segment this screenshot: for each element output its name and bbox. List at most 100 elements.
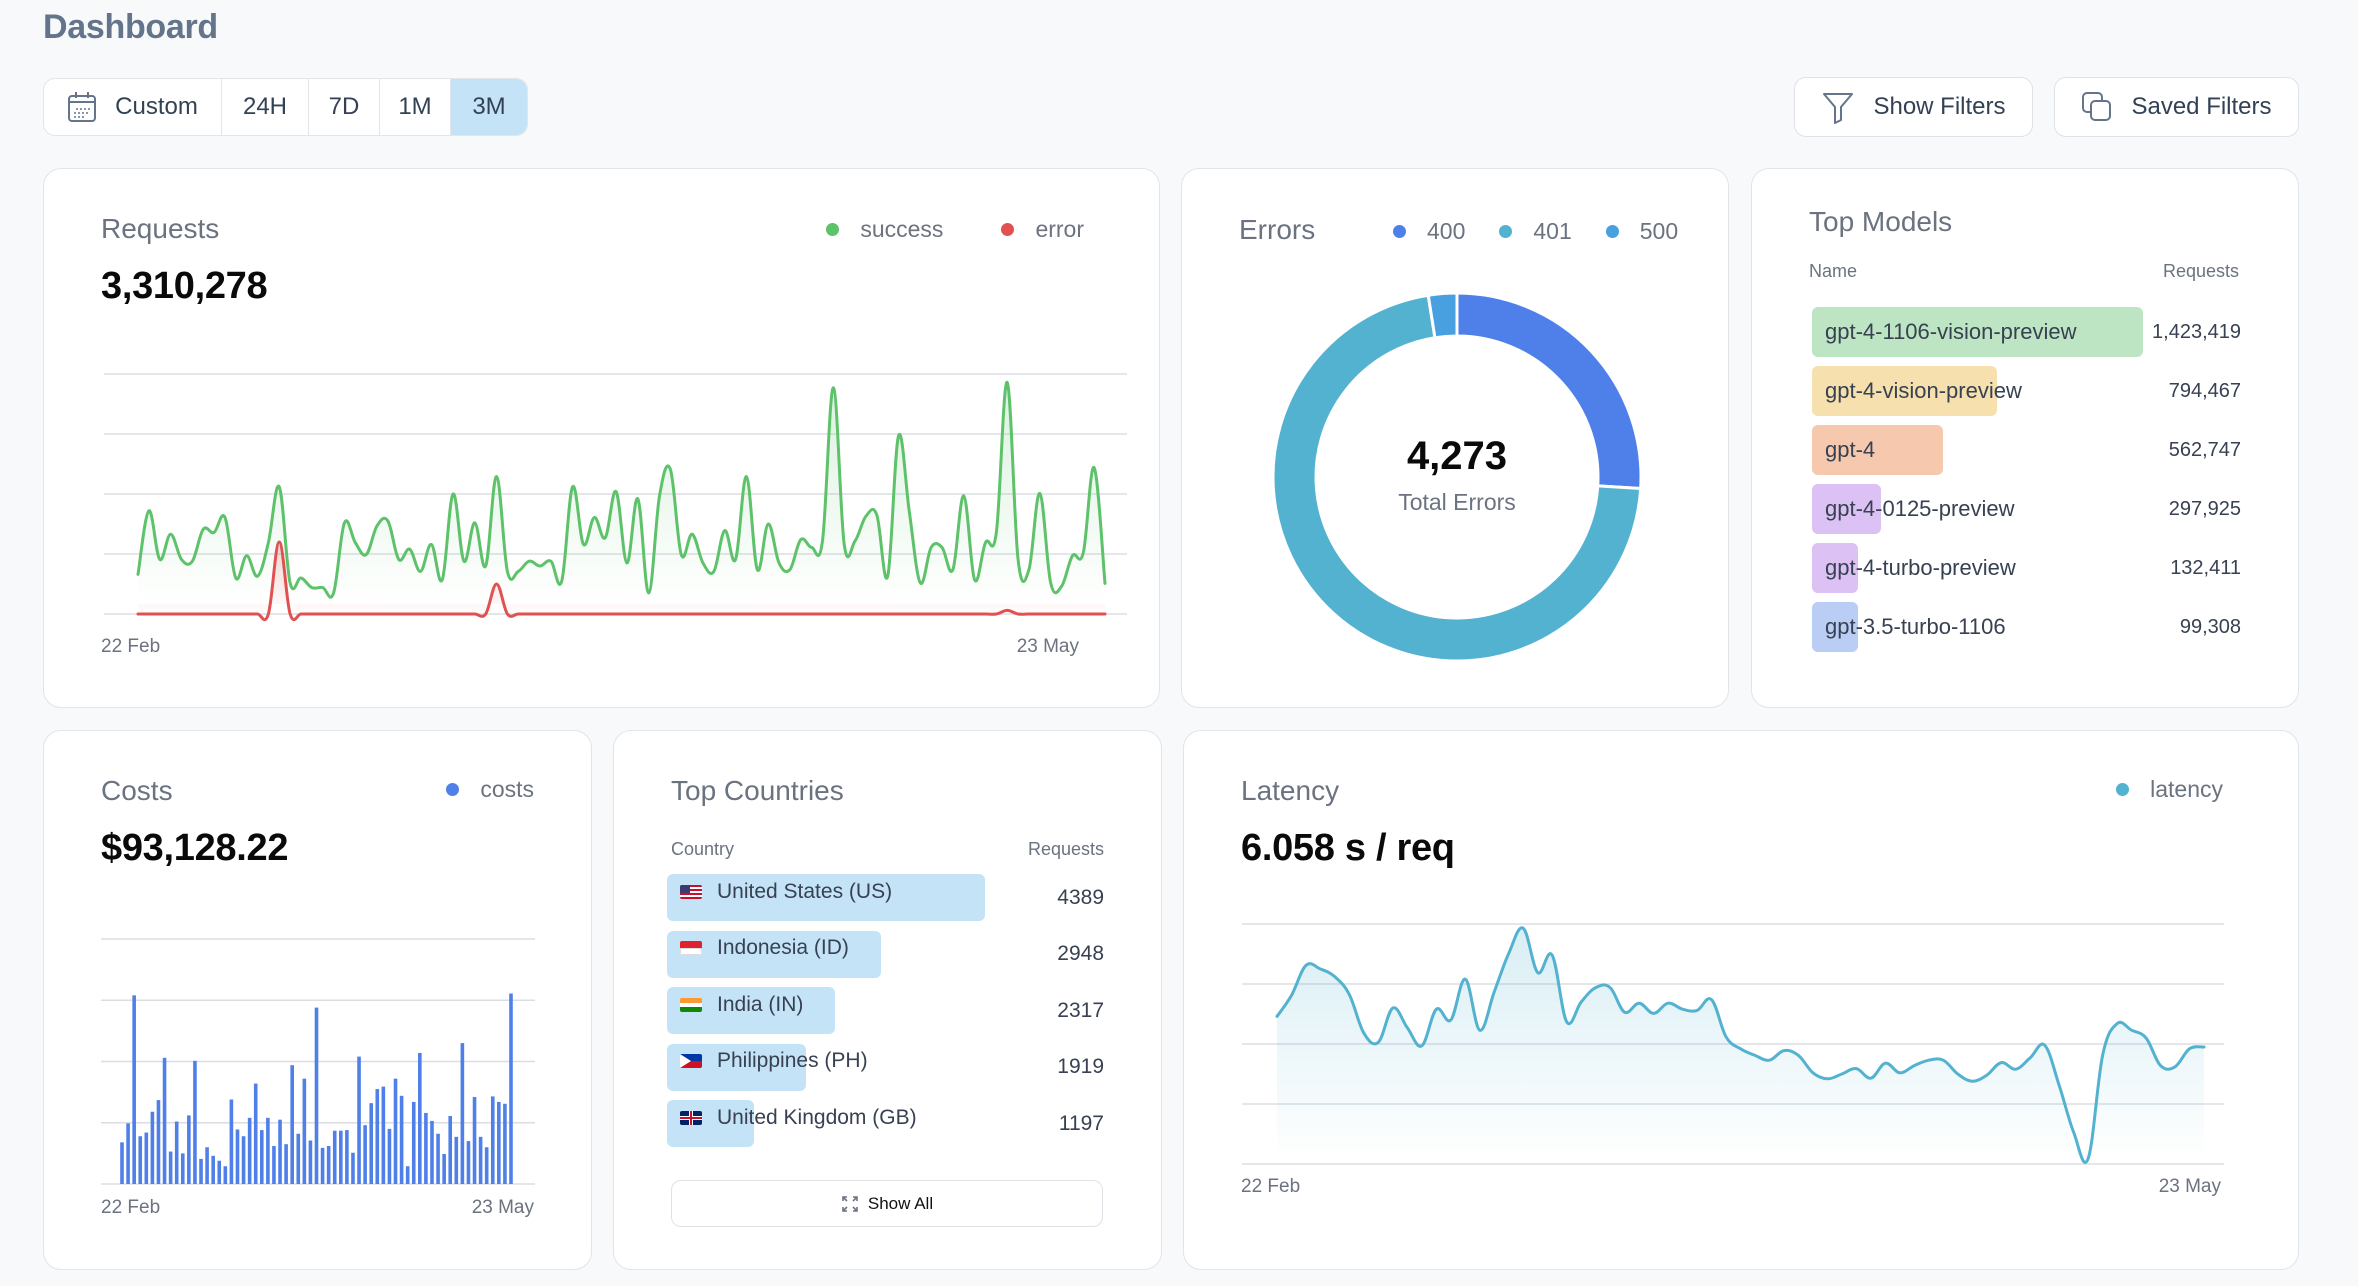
latency-point (2111, 1018, 2123, 1030)
error-point (469, 608, 481, 620)
cost-bar (399, 1095, 404, 1184)
country-row[interactable]: United Kingdom (GB) 1197 (667, 1100, 1104, 1147)
success-point (751, 564, 763, 576)
success-point (740, 471, 752, 483)
error-point (175, 608, 187, 620)
model-row[interactable]: gpt-4-vision-preview 794,467 (1812, 366, 2241, 416)
cost-bar (509, 993, 513, 1184)
range-3m-button[interactable]: 3M (451, 79, 527, 135)
legend-error-label: error (1035, 216, 1084, 242)
model-name: gpt-3.5-turbo-1106 (1825, 614, 2006, 639)
success-point (1034, 487, 1046, 499)
cost-bar (503, 1103, 507, 1184)
success-point (262, 537, 274, 549)
legend-success[interactable]: success (826, 216, 943, 243)
cost-bar (345, 1130, 349, 1184)
legend-400[interactable]: 400 (1393, 218, 1465, 245)
model-requests: 1,423,419 (2152, 320, 2241, 343)
error-point (230, 608, 242, 620)
range-1m-button[interactable]: 1M (380, 79, 451, 135)
cost-bar (308, 1140, 313, 1184)
success-point (230, 572, 242, 584)
error-point (512, 608, 524, 620)
show-filters-button[interactable]: Show Filters (1794, 77, 2033, 137)
legend-401[interactable]: 401 (1499, 218, 1572, 245)
error-point (817, 608, 829, 620)
donut-slice-500[interactable] (1426, 291, 1459, 340)
success-point (643, 587, 655, 599)
saved-filters-label: Saved Filters (2131, 93, 2272, 120)
error-point (838, 608, 850, 620)
cost-bar (405, 1166, 410, 1184)
success-point (990, 526, 1002, 538)
cost-bar (235, 1129, 240, 1184)
range-custom-button[interactable]: Custom (44, 79, 222, 135)
legend-latency[interactable]: latency (2116, 776, 2223, 803)
error-point (1056, 608, 1068, 620)
error-point (252, 608, 264, 620)
saved-filters-button[interactable]: Saved Filters (2054, 77, 2299, 137)
latency-point (1937, 1054, 1949, 1066)
page-title: Dashboard (43, 8, 218, 46)
legend-costs-label: costs (480, 776, 534, 802)
cost-bar (187, 1115, 191, 1184)
success-point (491, 471, 503, 483)
country-row[interactable]: India (IN) 2317 (667, 987, 1104, 1034)
show-all-button[interactable]: Show All (671, 1180, 1103, 1227)
error-point (577, 608, 589, 620)
legend-500[interactable]: 500 (1605, 218, 1679, 245)
error-point (958, 608, 970, 620)
error-dot-icon (1001, 223, 1015, 236)
cost-bar (193, 1060, 197, 1184)
range-7d-button[interactable]: 7D (309, 79, 380, 135)
error-point (404, 608, 416, 620)
cost-bar (411, 1101, 416, 1184)
success-point (577, 538, 589, 550)
latency-point (1662, 997, 1674, 1009)
model-row[interactable]: gpt-4 562,747 (1812, 425, 2241, 475)
error-point (979, 608, 991, 620)
errors-title: Errors (1239, 214, 1316, 245)
cost-bar (454, 1136, 459, 1184)
cost-bar (472, 1097, 477, 1184)
legend-500-label: 500 (1639, 218, 1679, 244)
success-point (1077, 547, 1089, 559)
error-point (154, 608, 166, 620)
country-row[interactable]: Philippines (PH) 1919 (667, 1043, 1104, 1091)
requests-chart[interactable] (104, 373, 1127, 622)
cost-bar (484, 1147, 489, 1184)
latency-point (1879, 1057, 1891, 1069)
success-point (621, 557, 633, 569)
errors-card: Errors 400 401 500 4,273 Total Errors (1181, 168, 1729, 708)
cost-bar (442, 1153, 446, 1184)
country-row[interactable]: Indonesia (ID) 2948 (667, 930, 1104, 978)
range-custom-label: Custom (115, 93, 198, 120)
cost-bar (339, 1130, 343, 1184)
costs-chart[interactable] (101, 938, 535, 1185)
latency-x-end: 23 May (2158, 1176, 2221, 1197)
error-point (849, 608, 861, 620)
error-point (751, 608, 763, 620)
legend-costs[interactable]: costs (446, 776, 534, 803)
top-countries-card: Top Countries Country Requests United St… (613, 730, 1162, 1270)
latency-chart[interactable] (1242, 923, 2224, 1165)
error-point (545, 608, 557, 620)
model-requests: 132,411 (2170, 556, 2241, 579)
error-point (491, 578, 503, 590)
cost-bar (497, 1101, 501, 1184)
cost-bar (332, 1130, 337, 1184)
latency-point (2068, 1126, 2080, 1138)
country-row[interactable]: United States (US) 4389 (667, 874, 1104, 921)
range-24h-button[interactable]: 24H (222, 79, 309, 135)
legend-error[interactable]: error (1001, 216, 1084, 243)
error-point (360, 608, 372, 620)
error-point (393, 608, 405, 620)
model-row[interactable]: gpt-3.5-turbo-1106 99,308 (1812, 602, 2241, 652)
model-row[interactable]: gpt-4-0125-preview 297,925 (1812, 484, 2241, 534)
cost-bar (436, 1133, 440, 1184)
success-point (480, 560, 492, 572)
latency-point (1387, 1002, 1399, 1014)
model-row[interactable]: gpt-4-1106-vision-preview 1,423,419 (1812, 307, 2241, 357)
model-row[interactable]: gpt-4-turbo-preview 132,411 (1812, 543, 2241, 593)
success-point (425, 538, 437, 550)
